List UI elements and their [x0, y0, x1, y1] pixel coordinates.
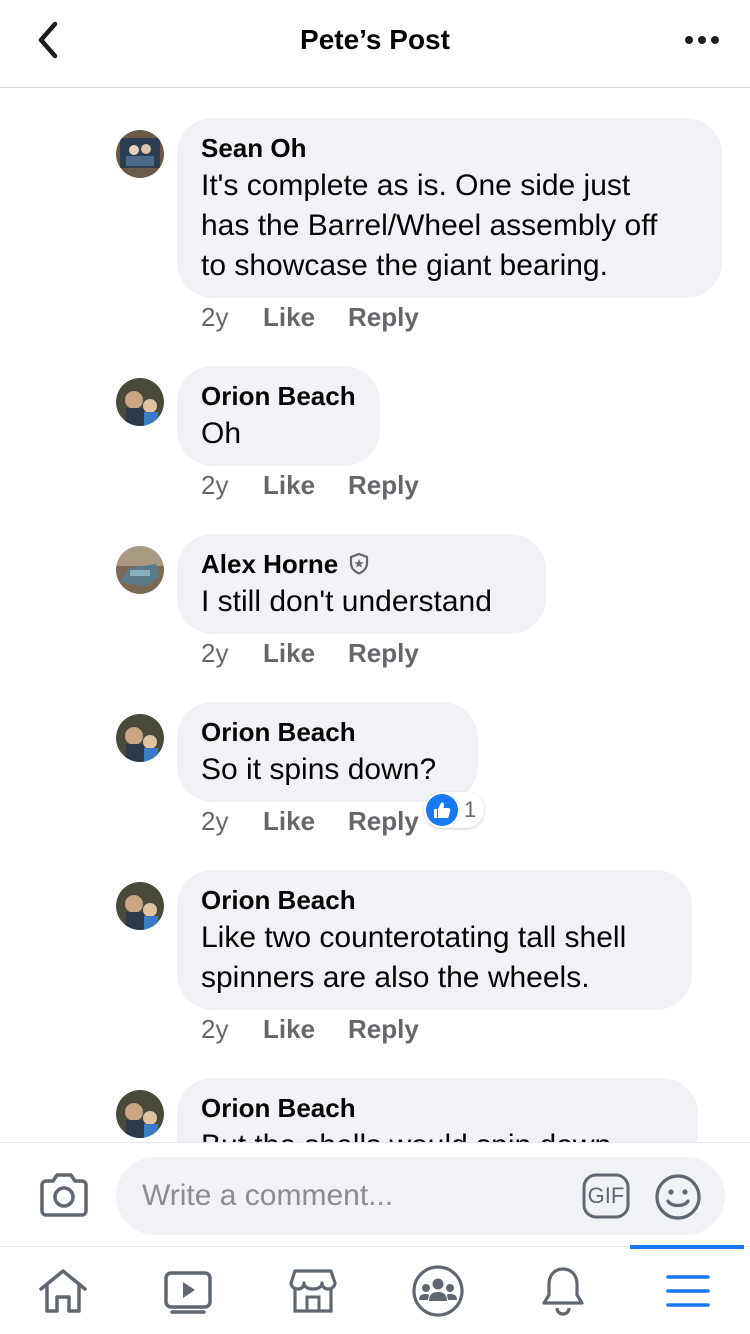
comment-time[interactable]: 2y — [201, 470, 263, 501]
avatar[interactable] — [116, 714, 164, 762]
comment-text: Oh — [201, 417, 242, 450]
marketplace-icon — [288, 1269, 337, 1313]
comment-time[interactable]: 2y — [201, 638, 263, 669]
comment-actions: 2y Like Reply — [201, 1014, 419, 1045]
comment-actions: 2y Like Reply — [201, 470, 419, 501]
comment-author[interactable]: Alex Horne — [201, 548, 522, 580]
like-button[interactable]: Like — [263, 806, 348, 837]
reaction-summary[interactable]: 1 — [424, 792, 485, 828]
more-options-button[interactable] — [678, 22, 726, 58]
home-icon — [38, 1269, 87, 1313]
nav-menu[interactable] — [625, 1247, 750, 1334]
comment-author[interactable]: Orion Beach — [201, 716, 454, 748]
camera-button[interactable] — [38, 1171, 90, 1219]
comment-bubble[interactable]: Sean Oh It's complete as is. One side ju… — [177, 118, 722, 298]
avatar[interactable] — [116, 378, 164, 426]
like-button[interactable]: Like — [263, 302, 348, 333]
groups-icon — [411, 1265, 464, 1317]
comment-actions: 2y Like Reply — [201, 638, 419, 669]
comment-text: It's complete as is. One side just has t… — [201, 169, 658, 282]
nav-groups[interactable] — [375, 1247, 500, 1334]
bell-icon — [541, 1267, 584, 1316]
gif-button[interactable]: GIF — [582, 1173, 630, 1219]
video-icon — [163, 1271, 212, 1314]
comment-actions: 2y Like Reply — [201, 302, 419, 333]
nav-home[interactable] — [0, 1247, 125, 1334]
like-button[interactable]: Like — [263, 638, 348, 669]
comment-text: But the shells would spin down — [201, 1126, 674, 1142]
camera-icon — [40, 1173, 88, 1217]
comment-time[interactable]: 2y — [201, 302, 263, 333]
menu-icon — [665, 1275, 710, 1307]
reaction-count: 1 — [464, 797, 477, 822]
comments-list[interactable]: Sean Oh It's complete as is. One side ju… — [0, 88, 750, 1142]
comment-bubble[interactable]: Orion Beach So it spins down? — [177, 702, 478, 802]
comment-author[interactable]: Orion Beach — [201, 1092, 674, 1124]
comment-author[interactable]: Orion Beach — [201, 380, 356, 412]
comment-text: Like two counterotating tall shell spinn… — [201, 921, 627, 994]
comment-bubble[interactable]: Orion Beach Oh — [177, 366, 380, 466]
reply-button[interactable]: Reply — [348, 302, 419, 333]
comment-composer: GIF — [0, 1142, 750, 1246]
reply-button[interactable]: Reply — [348, 1014, 419, 1045]
avatar[interactable] — [116, 1090, 164, 1138]
thumbs-up-icon — [426, 794, 458, 826]
comment-bubble[interactable]: Alex Horne I still don't understand — [177, 534, 546, 634]
nav-notifications[interactable] — [500, 1247, 625, 1334]
comment-author[interactable]: Sean Oh — [201, 132, 698, 164]
reply-button[interactable]: Reply — [348, 470, 419, 501]
comment-time[interactable]: 2y — [201, 1014, 263, 1045]
comment-text: I still don't understand — [201, 585, 492, 618]
smiley-icon — [655, 1174, 701, 1220]
comment-bubble[interactable]: Orion Beach But the shells would spin do… — [177, 1078, 698, 1142]
page-title: Pete’s Post — [300, 24, 450, 55]
gif-label: GIF — [587, 1183, 625, 1208]
nav-marketplace[interactable] — [250, 1247, 375, 1334]
comment-bubble[interactable]: Orion Beach Like two counterotating tall… — [177, 870, 692, 1010]
top-bar: Pete’s Post — [0, 0, 750, 88]
like-button[interactable]: Like — [263, 470, 348, 501]
comment-text: So it spins down? — [201, 753, 437, 786]
comment-input[interactable] — [116, 1157, 725, 1235]
comment-author[interactable]: Orion Beach — [201, 884, 668, 916]
comment-actions: 2y Like Reply — [201, 806, 419, 837]
nav-video[interactable] — [125, 1247, 250, 1334]
like-button[interactable]: Like — [263, 1014, 348, 1045]
bottom-nav — [0, 1245, 750, 1334]
shield-badge-icon — [350, 552, 369, 575]
more-horizontal-icon — [685, 36, 719, 44]
comment-time[interactable]: 2y — [201, 806, 263, 837]
reply-button[interactable]: Reply — [348, 806, 419, 837]
avatar[interactable] — [116, 130, 164, 178]
reply-button[interactable]: Reply — [348, 638, 419, 669]
emoji-button[interactable] — [654, 1173, 702, 1221]
avatar[interactable] — [116, 546, 164, 594]
avatar[interactable] — [116, 882, 164, 930]
